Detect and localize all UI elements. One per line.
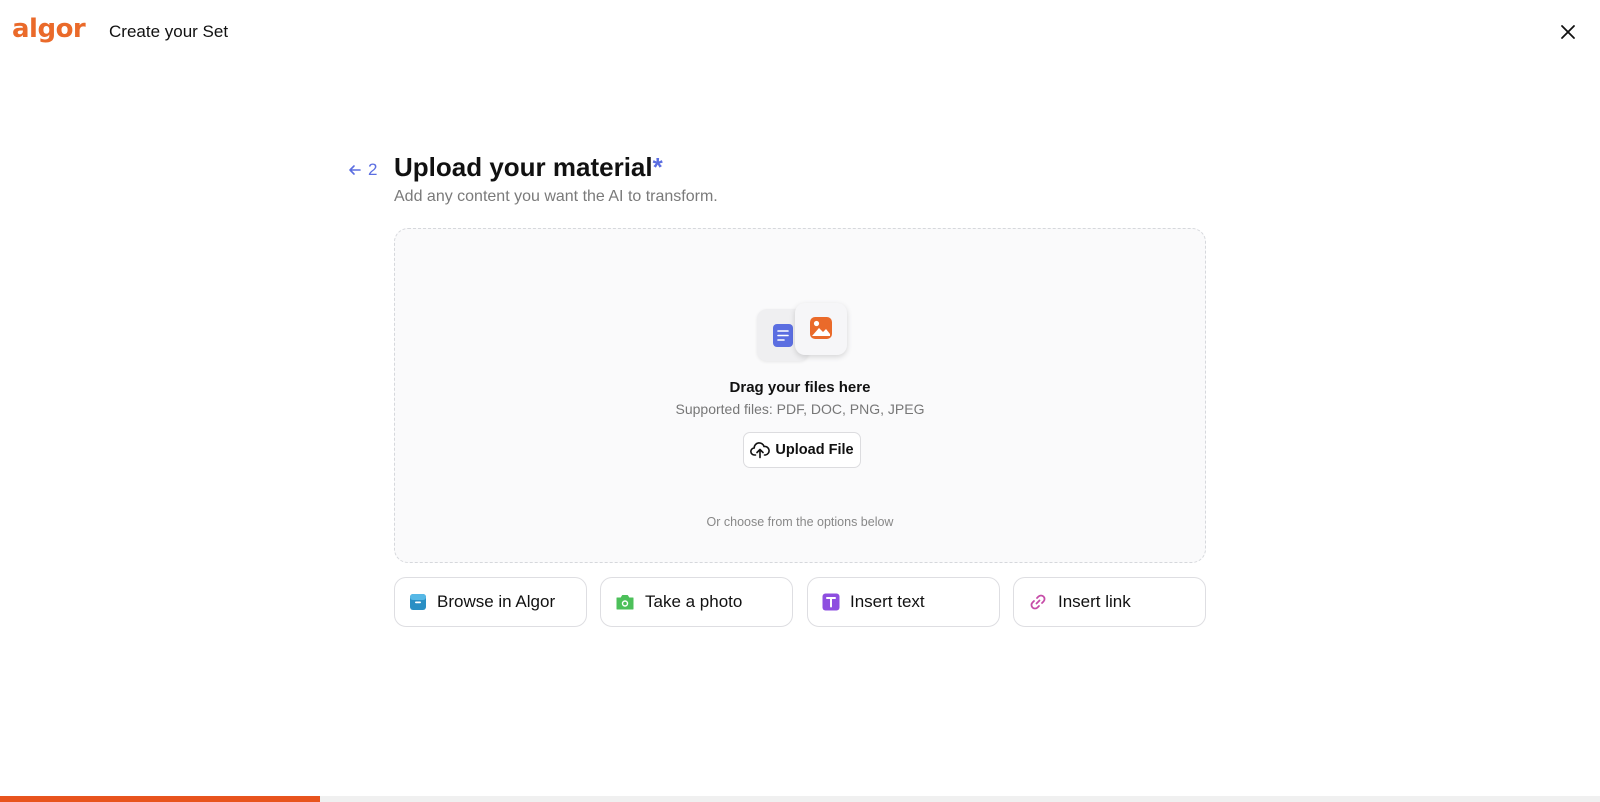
insert-text-label: Insert text [850,592,925,611]
take-a-photo-label: Take a photo [645,592,743,611]
file-dropzone[interactable]: Drag your files here Supported files: PD… [394,228,1206,563]
progress-bar [0,796,1600,802]
top-bar: algor Create your Set [0,0,1600,64]
back-step-button[interactable]: 2 [348,160,377,180]
folder-icon [410,594,426,610]
cloud-upload-icon [750,442,771,459]
step-title-text: Upload your material [394,152,653,182]
step-title: Upload your material* [394,152,663,183]
close-button[interactable] [1556,20,1580,44]
algor-logo[interactable]: algor [12,14,86,44]
upload-file-button[interactable]: Upload File [743,432,861,468]
link-icon [1030,594,1046,610]
progress-bar-fill [0,796,320,802]
upload-options: Browse in Algor Take a photo Insert text… [394,577,1206,627]
insert-link-label: Insert link [1058,592,1131,611]
insert-text-button[interactable]: Insert text [807,577,1000,627]
dropzone-title: Drag your files here [729,379,871,396]
image-icon [810,317,832,339]
file-type-icons [757,303,857,367]
image-card [795,303,847,355]
page-title: Create your Set [109,22,229,41]
close-icon [1561,25,1575,39]
camera-icon [616,595,634,610]
step-number: 2 [368,160,378,179]
take-a-photo-button[interactable]: Take a photo [600,577,793,627]
insert-link-button[interactable]: Insert link [1013,577,1206,627]
required-marker: * [652,152,663,182]
browse-in-algor-button[interactable]: Browse in Algor [394,577,587,627]
upload-file-label: Upload File [775,442,854,458]
alternative-options-text: Or choose from the options below [706,515,894,529]
step-subtitle: Add any content you want the AI to trans… [394,188,718,205]
text-icon [822,593,840,611]
browse-in-algor-label: Browse in Algor [437,592,556,611]
arrow-left-icon [349,165,361,175]
supported-files-text: Supported files: PDF, DOC, PNG, JPEG [675,401,925,417]
